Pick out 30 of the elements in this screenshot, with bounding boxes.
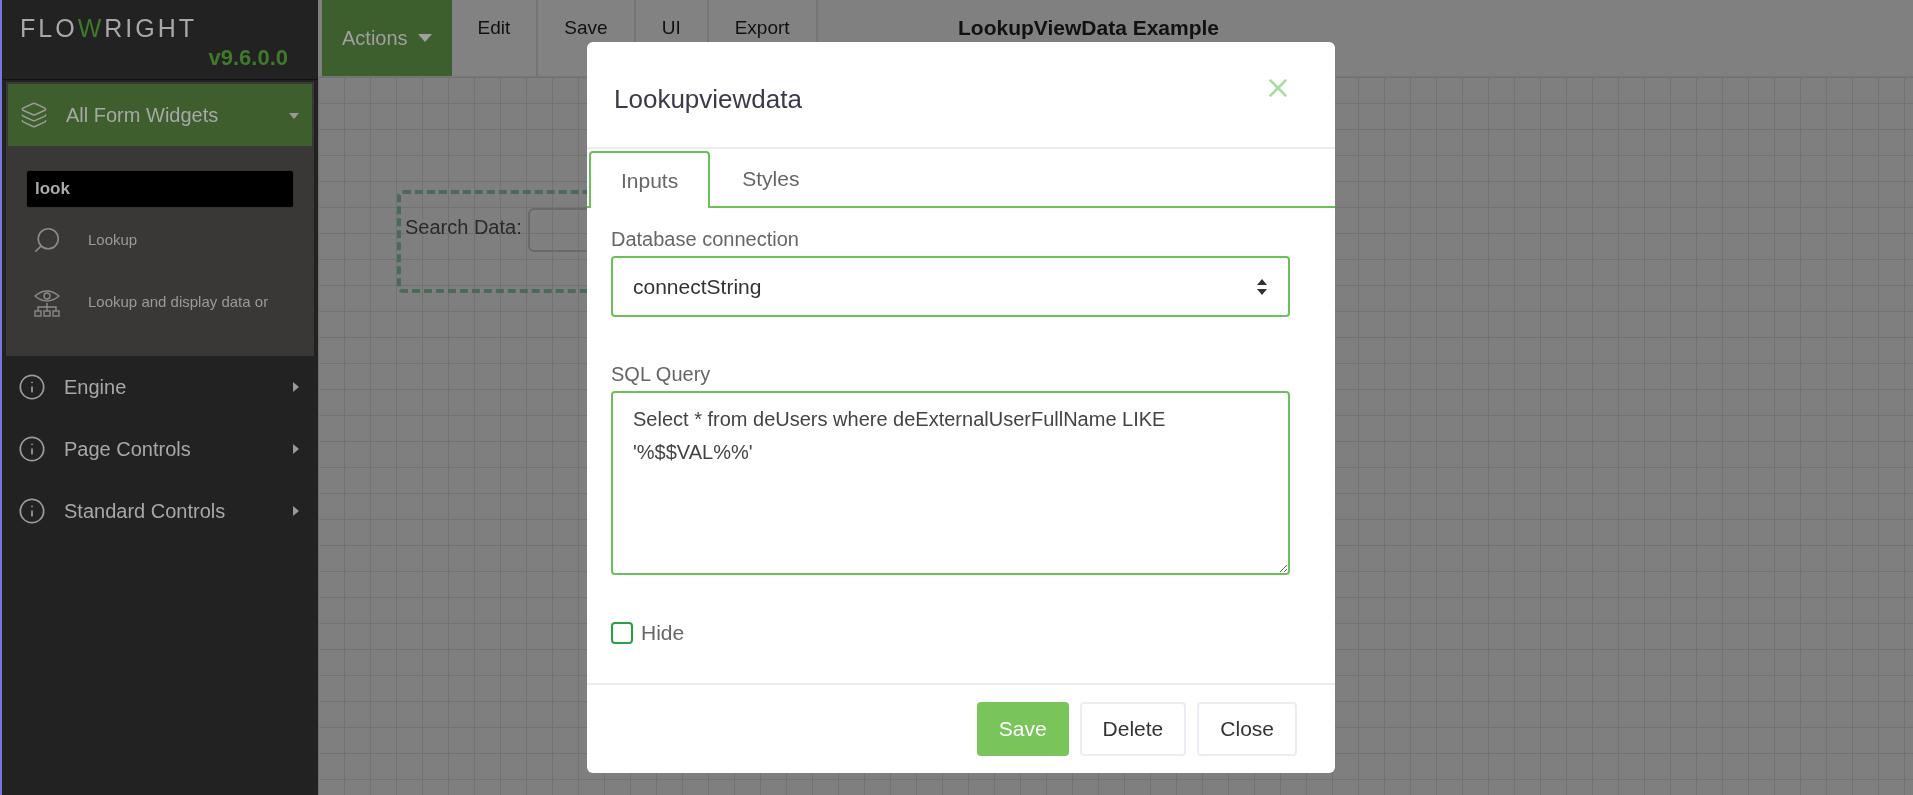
version-label: v9.6.0.0 [208, 47, 288, 69]
tab[interactable]: Inputs [589, 151, 711, 208]
dialog-title: Lookupviewdata [614, 83, 802, 116]
database-select[interactable]: connectString [611, 256, 1290, 317]
caret-down-icon [417, 33, 432, 43]
magnifier-icon [32, 225, 62, 255]
section-header[interactable]: All Form Widgets [8, 84, 312, 146]
tab[interactable]: Styles [710, 151, 832, 206]
section-header[interactable]: Engine [6, 356, 314, 418]
sql-query-field[interactable]: Select * from deUsers where deExternalUserFullName LIKE '%$$VAL%%' [611, 391, 1290, 575]
section-header[interactable]: Page Controls [6, 418, 314, 480]
eye-network-icon [32, 287, 62, 317]
dialog-button[interactable]: Delete [1079, 701, 1187, 756]
field-label: Search Data: [405, 215, 522, 240]
page-title: LookupViewData Example [958, 15, 1220, 41]
field-label: SQL Query [611, 362, 712, 387]
section-header[interactable]: Standard Controls [6, 480, 314, 542]
widget-item[interactable]: Lookup [88, 228, 138, 252]
field-label: Database connection [611, 227, 800, 252]
dialog-button[interactable]: Close [1197, 701, 1297, 756]
layers-icon [20, 101, 48, 129]
info-icon [18, 373, 46, 401]
logo: FLOWRIGHT [20, 16, 198, 41]
info-icon [18, 497, 46, 525]
widget-item[interactable]: Lookup and display data or [88, 290, 269, 314]
search-field[interactable]: look [26, 170, 294, 208]
sort-icon [1256, 277, 1268, 296]
checkbox-label: Hide [641, 620, 685, 646]
hide-checkbox[interactable] [611, 621, 633, 644]
info-icon [18, 435, 46, 463]
